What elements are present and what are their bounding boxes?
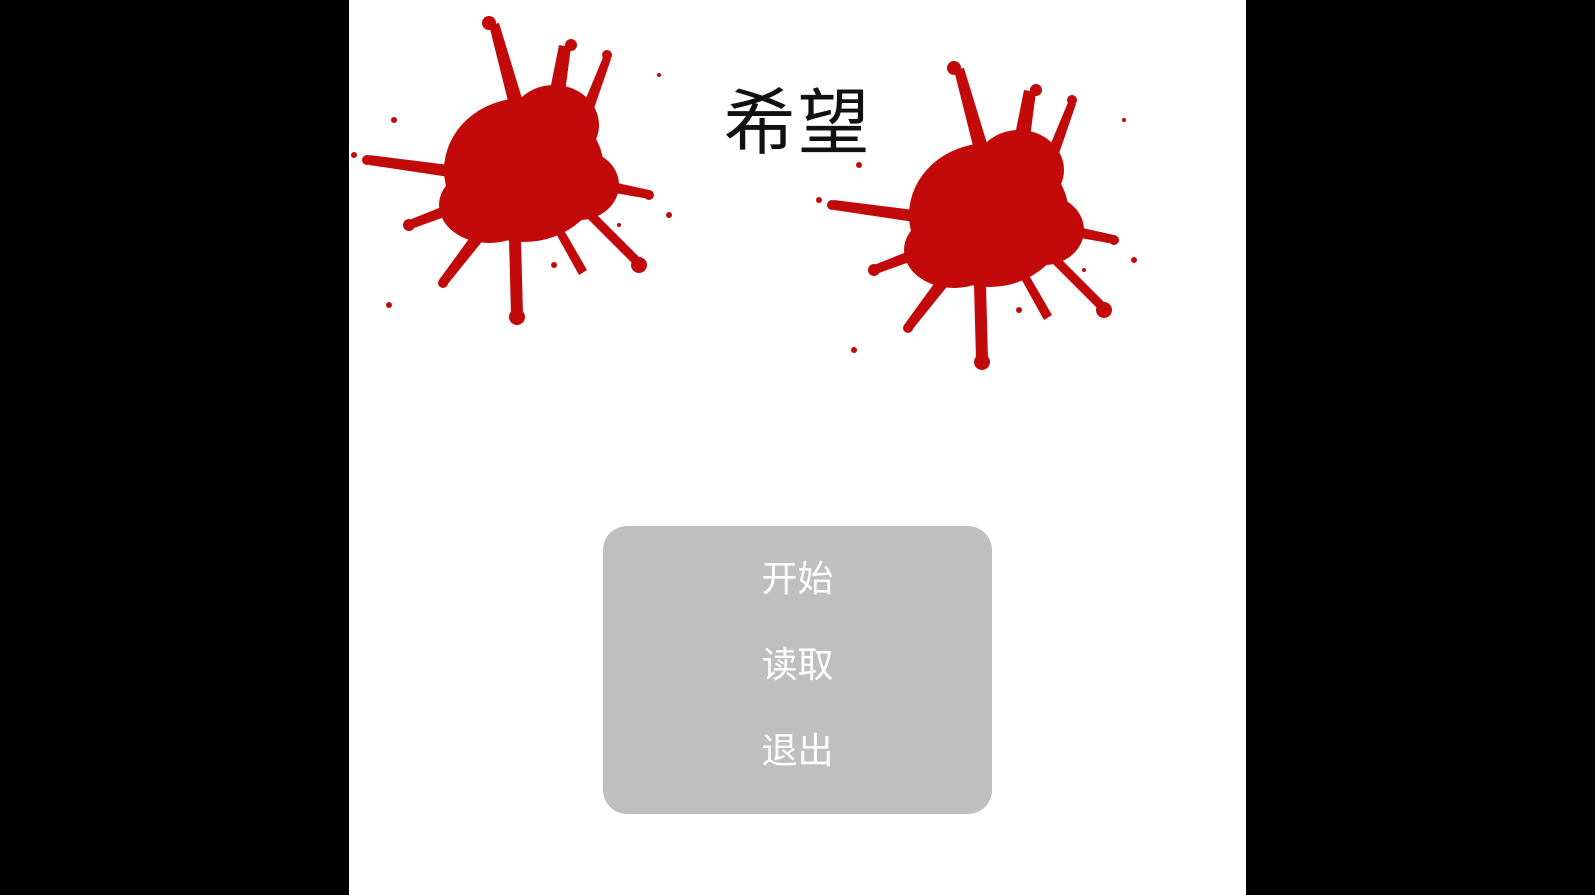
start-button[interactable]: 开始 — [603, 550, 992, 610]
load-button[interactable]: 读取 — [603, 636, 992, 696]
letterbox-left — [0, 0, 349, 895]
main-menu-panel: 开始 读取 退出 — [603, 526, 992, 814]
quit-button[interactable]: 退出 — [603, 722, 992, 782]
game-title: 希望 — [723, 81, 872, 165]
letterbox-right — [1246, 0, 1595, 895]
title-screen: 希望 开始 读取 退出 — [349, 0, 1246, 895]
blood-splatter-left — [351, 16, 672, 325]
